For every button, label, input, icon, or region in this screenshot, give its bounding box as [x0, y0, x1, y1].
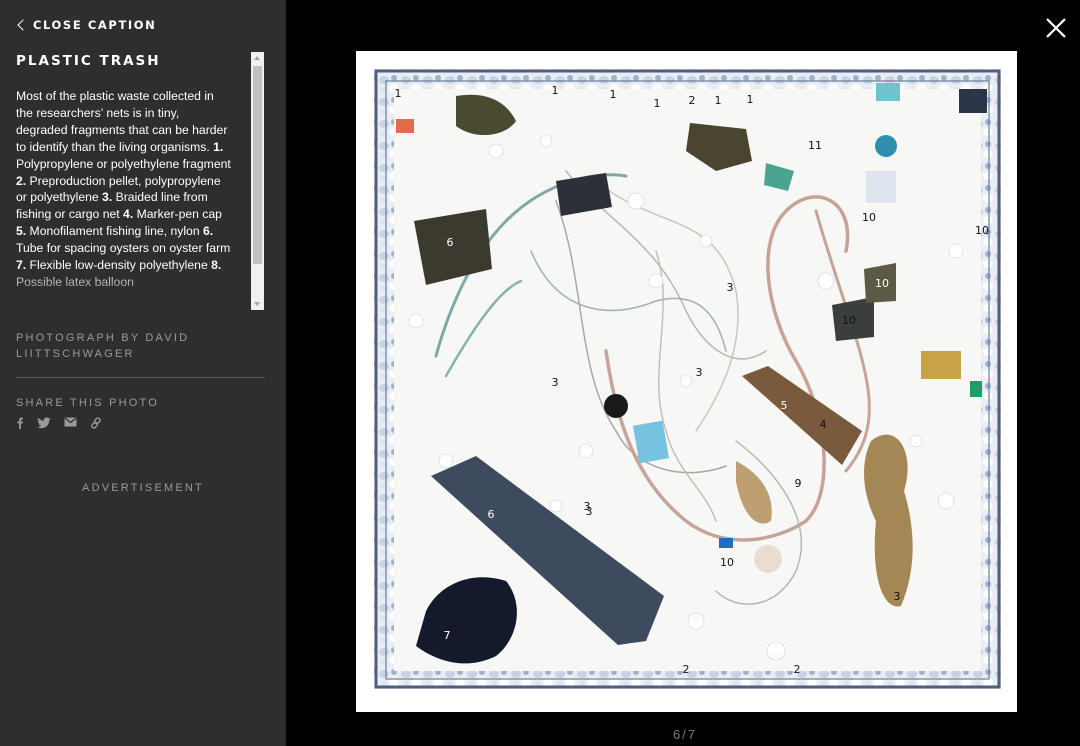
caption-text: Most of the plastic waste collected in t… [16, 88, 234, 291]
caption-item-number: 1. [213, 139, 224, 154]
photo-label: 1 [715, 94, 722, 107]
photo-counter: 6/7 [672, 727, 698, 742]
caption-segment: Marker-pen cap [133, 207, 222, 222]
caption-fade [16, 266, 234, 310]
photo-label: 3 [727, 281, 734, 294]
close-caption-label: CLOSE CAPTION [33, 18, 157, 32]
photo-label: 2 [683, 663, 690, 676]
caption-segment: Monofilament fishing line, nylon [26, 224, 203, 239]
divider [16, 377, 265, 378]
caption-segment: Polypropylene or polyethylene fragment [16, 156, 231, 171]
photo-label: 1 [654, 97, 661, 110]
email-icon[interactable] [64, 417, 77, 427]
share-icons [16, 417, 102, 429]
photo-label: 9 [795, 477, 802, 490]
caption-item-number: 6. [203, 224, 214, 239]
photo-label: 3 [552, 376, 559, 389]
photo-label: 6 [447, 236, 454, 249]
advertisement-label: ADVERTISEMENT [82, 482, 204, 494]
photo-label: 8 [658, 217, 665, 230]
photo-label: 10 [720, 556, 734, 569]
photo-label: 11 [808, 139, 822, 152]
facebook-icon[interactable] [16, 417, 24, 429]
caption-scroll-area[interactable]: Most of the plastic waste collected in t… [16, 88, 234, 310]
photo-label: 2 [689, 94, 696, 107]
caption-item-number: 4. [123, 207, 134, 222]
caption-title: PLASTIC TRASH [16, 53, 161, 69]
photo-label: 3 [696, 366, 703, 379]
caption-scrollbar[interactable] [251, 52, 264, 310]
caption-sidebar: CLOSE CAPTION PLASTIC TRASH Most of the … [0, 0, 286, 746]
scroll-down-icon[interactable] [254, 302, 260, 306]
photo-label: 1 [395, 87, 402, 100]
scrollbar-thumb[interactable] [253, 66, 262, 264]
photo-label: 1 [610, 88, 617, 101]
photo-label: 6 [488, 508, 495, 521]
photo[interactable]: 1 1 1 1 2 1 1 11 10 10 6 8 10 10 3 3 3 3 5 4 9 6 3 10 7 3 2 2 [356, 51, 1017, 712]
photo-label: 1 [747, 93, 754, 106]
photo-label: 10 [862, 211, 876, 224]
photo-label: 7 [444, 629, 451, 642]
photo-label: 10 [842, 314, 856, 327]
photo-label: 10 [875, 277, 889, 290]
photo-label: 3 [584, 500, 591, 513]
photo-label: 1 [552, 84, 559, 97]
close-icon[interactable] [1044, 16, 1068, 40]
twitter-icon[interactable] [37, 417, 51, 429]
photo-label: 5 [781, 399, 788, 412]
photo-credit: PHOTOGRAPH BY DAVID LIITTSCHWAGER [16, 332, 190, 360]
link-icon[interactable] [90, 417, 102, 429]
chevron-left-icon [17, 19, 29, 31]
scroll-up-icon[interactable] [254, 56, 260, 60]
share-label: SHARE THIS PHOTO [16, 397, 159, 409]
plastic-trash-photo: 1 1 11 2 1 111101068101033335496310732 2 [356, 51, 1017, 712]
photo-label: 10 [975, 224, 989, 237]
photo-label: 3 [894, 590, 901, 603]
caption-segment: Tube for spacing oysters on oyster farm [16, 241, 231, 256]
close-caption-button[interactable]: CLOSE CAPTION [16, 18, 156, 32]
caption-segment: Most of the plastic waste collected in t… [16, 89, 228, 154]
caption-item-number: 5. [16, 224, 27, 239]
caption-item-number: 2. [16, 173, 27, 188]
photo-label: 2 [794, 663, 801, 676]
photo-label: 4 [820, 418, 827, 431]
caption-item-number: 3. [102, 190, 113, 205]
